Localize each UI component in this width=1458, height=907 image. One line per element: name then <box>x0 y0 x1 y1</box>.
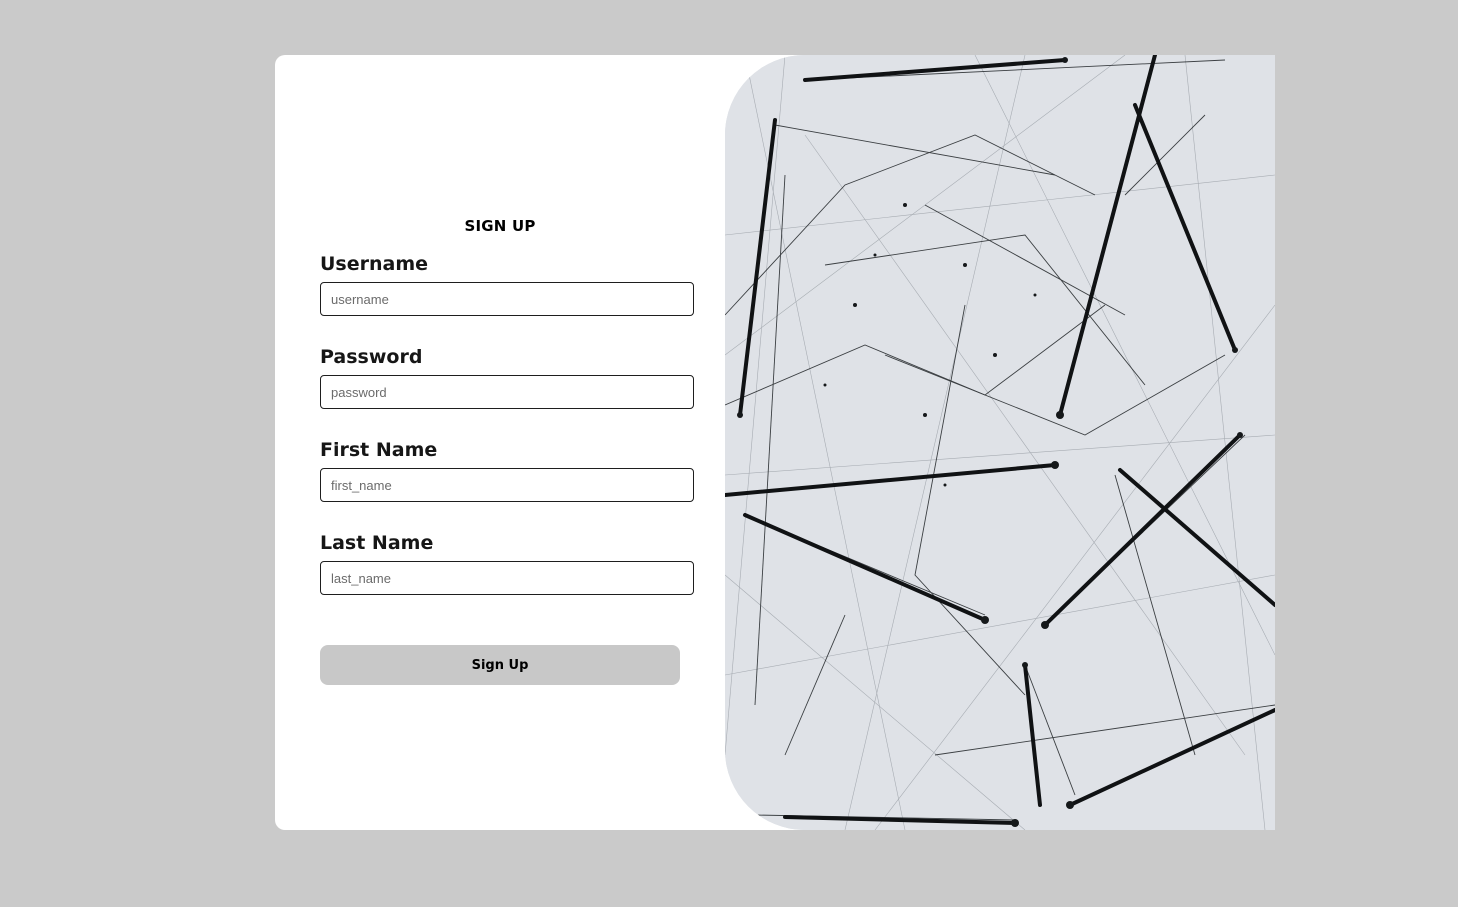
network-lines-illustration <box>725 55 1275 830</box>
first-name-label: First Name <box>320 439 438 461</box>
last-name-input[interactable] <box>320 561 694 595</box>
sign-up-button[interactable]: Sign Up <box>320 645 680 685</box>
signup-card: SIGN UP Username Password First Name Las… <box>275 55 1275 830</box>
first-name-input[interactable] <box>320 468 694 502</box>
password-input[interactable] <box>320 375 694 409</box>
username-input[interactable] <box>320 282 694 316</box>
password-label: Password <box>320 346 423 368</box>
signup-form: SIGN UP Username Password First Name Las… <box>275 55 725 830</box>
last-name-label: Last Name <box>320 532 434 554</box>
form-title: SIGN UP <box>464 217 536 235</box>
username-label: Username <box>320 253 429 275</box>
decorative-network-image <box>725 55 1275 830</box>
